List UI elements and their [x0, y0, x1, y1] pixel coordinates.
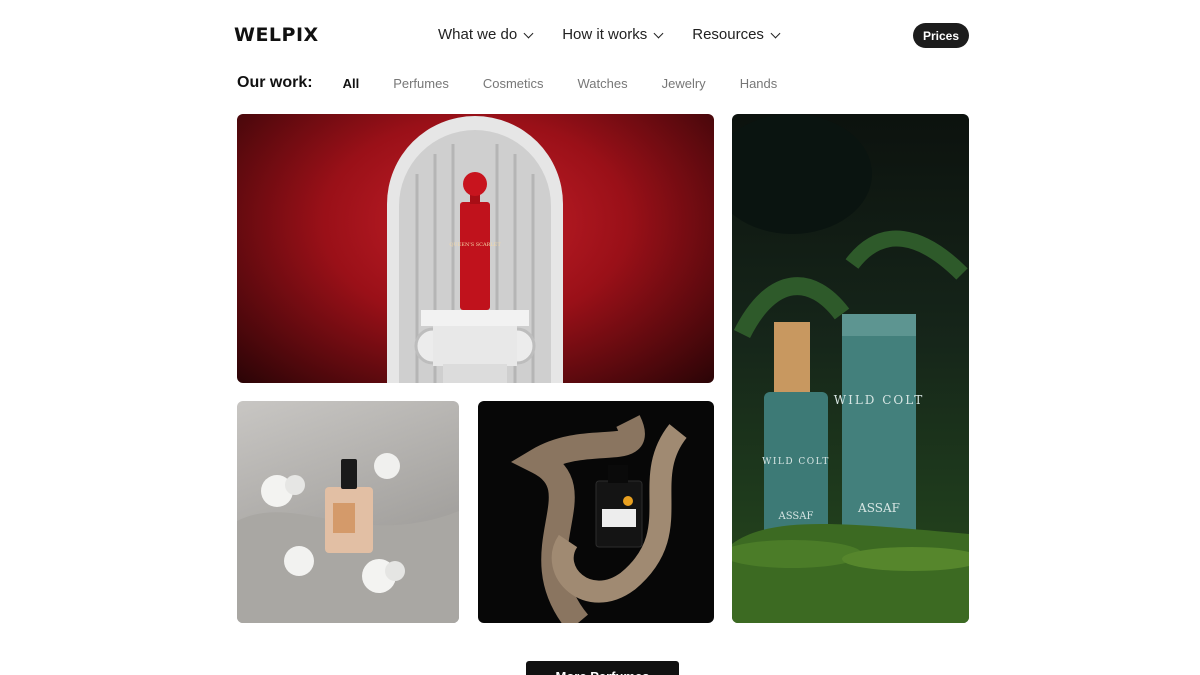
work-filters: Our work: All Perfumes Cosmetics Watches… [237, 74, 811, 92]
svg-text:WILD COLT: WILD COLT [834, 393, 925, 407]
more-perfumes-button[interactable]: More Perfumes [526, 661, 679, 675]
chevron-down-icon [770, 28, 781, 38]
gallery-tile-dark-perfume[interactable] [478, 401, 714, 623]
logo[interactable]: WELPIX [234, 24, 319, 46]
gallery-tile-wild-colt[interactable]: WILD COLT ASSAF WILD COLT ASSAF [732, 114, 969, 623]
red-perfume-image: QUEEN'S SCARLET [387, 116, 563, 383]
nav-resources[interactable]: Resources [692, 26, 781, 43]
nav-how-it-works[interactable]: How it works [562, 26, 664, 43]
nav-what-we-do[interactable]: What we do [438, 26, 534, 43]
nav-label: Resources [692, 26, 764, 43]
wild-colt-image: WILD COLT ASSAF WILD COLT ASSAF [732, 114, 969, 623]
nav-label: How it works [562, 26, 648, 43]
filter-cosmetics[interactable]: Cosmetics [483, 76, 544, 91]
filter-hands[interactable]: Hands [740, 76, 778, 91]
main-nav: What we do How it works Resources [438, 26, 781, 43]
filter-watches[interactable]: Watches [578, 76, 628, 91]
filter-perfumes[interactable]: Perfumes [393, 76, 449, 91]
filters-label: Our work: [237, 74, 313, 91]
svg-text:QUEEN'S SCARLET: QUEEN'S SCARLET [449, 242, 501, 248]
svg-text:ASSAF: ASSAF [857, 501, 900, 515]
filter-jewelry[interactable]: Jewelry [662, 76, 706, 91]
cotton-perfume-image [237, 453, 459, 623]
svg-text:WILD COLT: WILD COLT [762, 457, 830, 467]
site-header: WELPIX What we do How it works Resources… [0, 0, 1200, 70]
svg-text:ASSAF: ASSAF [778, 511, 814, 522]
nav-label: What we do [438, 26, 518, 43]
filter-all[interactable]: All [343, 76, 360, 91]
gallery-tile-red-perfume[interactable]: QUEEN'S SCARLET [237, 114, 714, 383]
gallery-tile-cotton-perfume[interactable] [237, 401, 459, 623]
chevron-down-icon [653, 28, 664, 38]
dark-perfume-image [511, 415, 687, 623]
prices-button[interactable]: Prices [913, 23, 969, 48]
chevron-down-icon [523, 28, 534, 38]
